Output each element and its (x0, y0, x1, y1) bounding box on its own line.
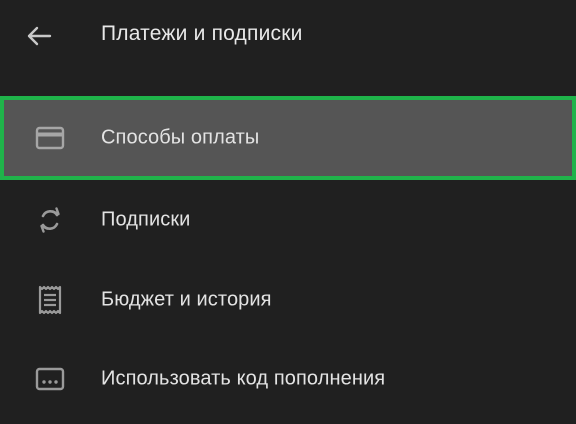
menu-item-budget-history[interactable]: Бюджет и история (0, 260, 576, 339)
payments-subscriptions-screen: Платежи и подписки Способы оплаты Подпис… (0, 0, 576, 424)
top-app-bar: Платежи и подписки (0, 0, 576, 72)
menu-item-label: Способы оплаты (101, 126, 260, 149)
page-title: Платежи и подписки (101, 22, 303, 45)
settings-menu: Способы оплаты Подписки Бюджет и история… (0, 96, 576, 418)
refresh-icon (34, 204, 66, 236)
gift-card-icon (34, 363, 66, 395)
menu-item-redeem-code[interactable]: Использовать код пополнения (0, 339, 576, 418)
menu-item-label: Подписки (101, 208, 191, 231)
menu-item-label: Использовать код пополнения (101, 367, 386, 389)
menu-item-payment-methods[interactable]: Способы оплаты (0, 96, 576, 180)
menu-item-label: Бюджет и история (101, 288, 272, 310)
menu-item-subscriptions[interactable]: Подписки (0, 180, 576, 260)
back-button[interactable] (20, 18, 58, 54)
receipt-icon (34, 284, 66, 316)
credit-card-icon (34, 122, 66, 154)
arrow-left-icon (27, 26, 52, 46)
